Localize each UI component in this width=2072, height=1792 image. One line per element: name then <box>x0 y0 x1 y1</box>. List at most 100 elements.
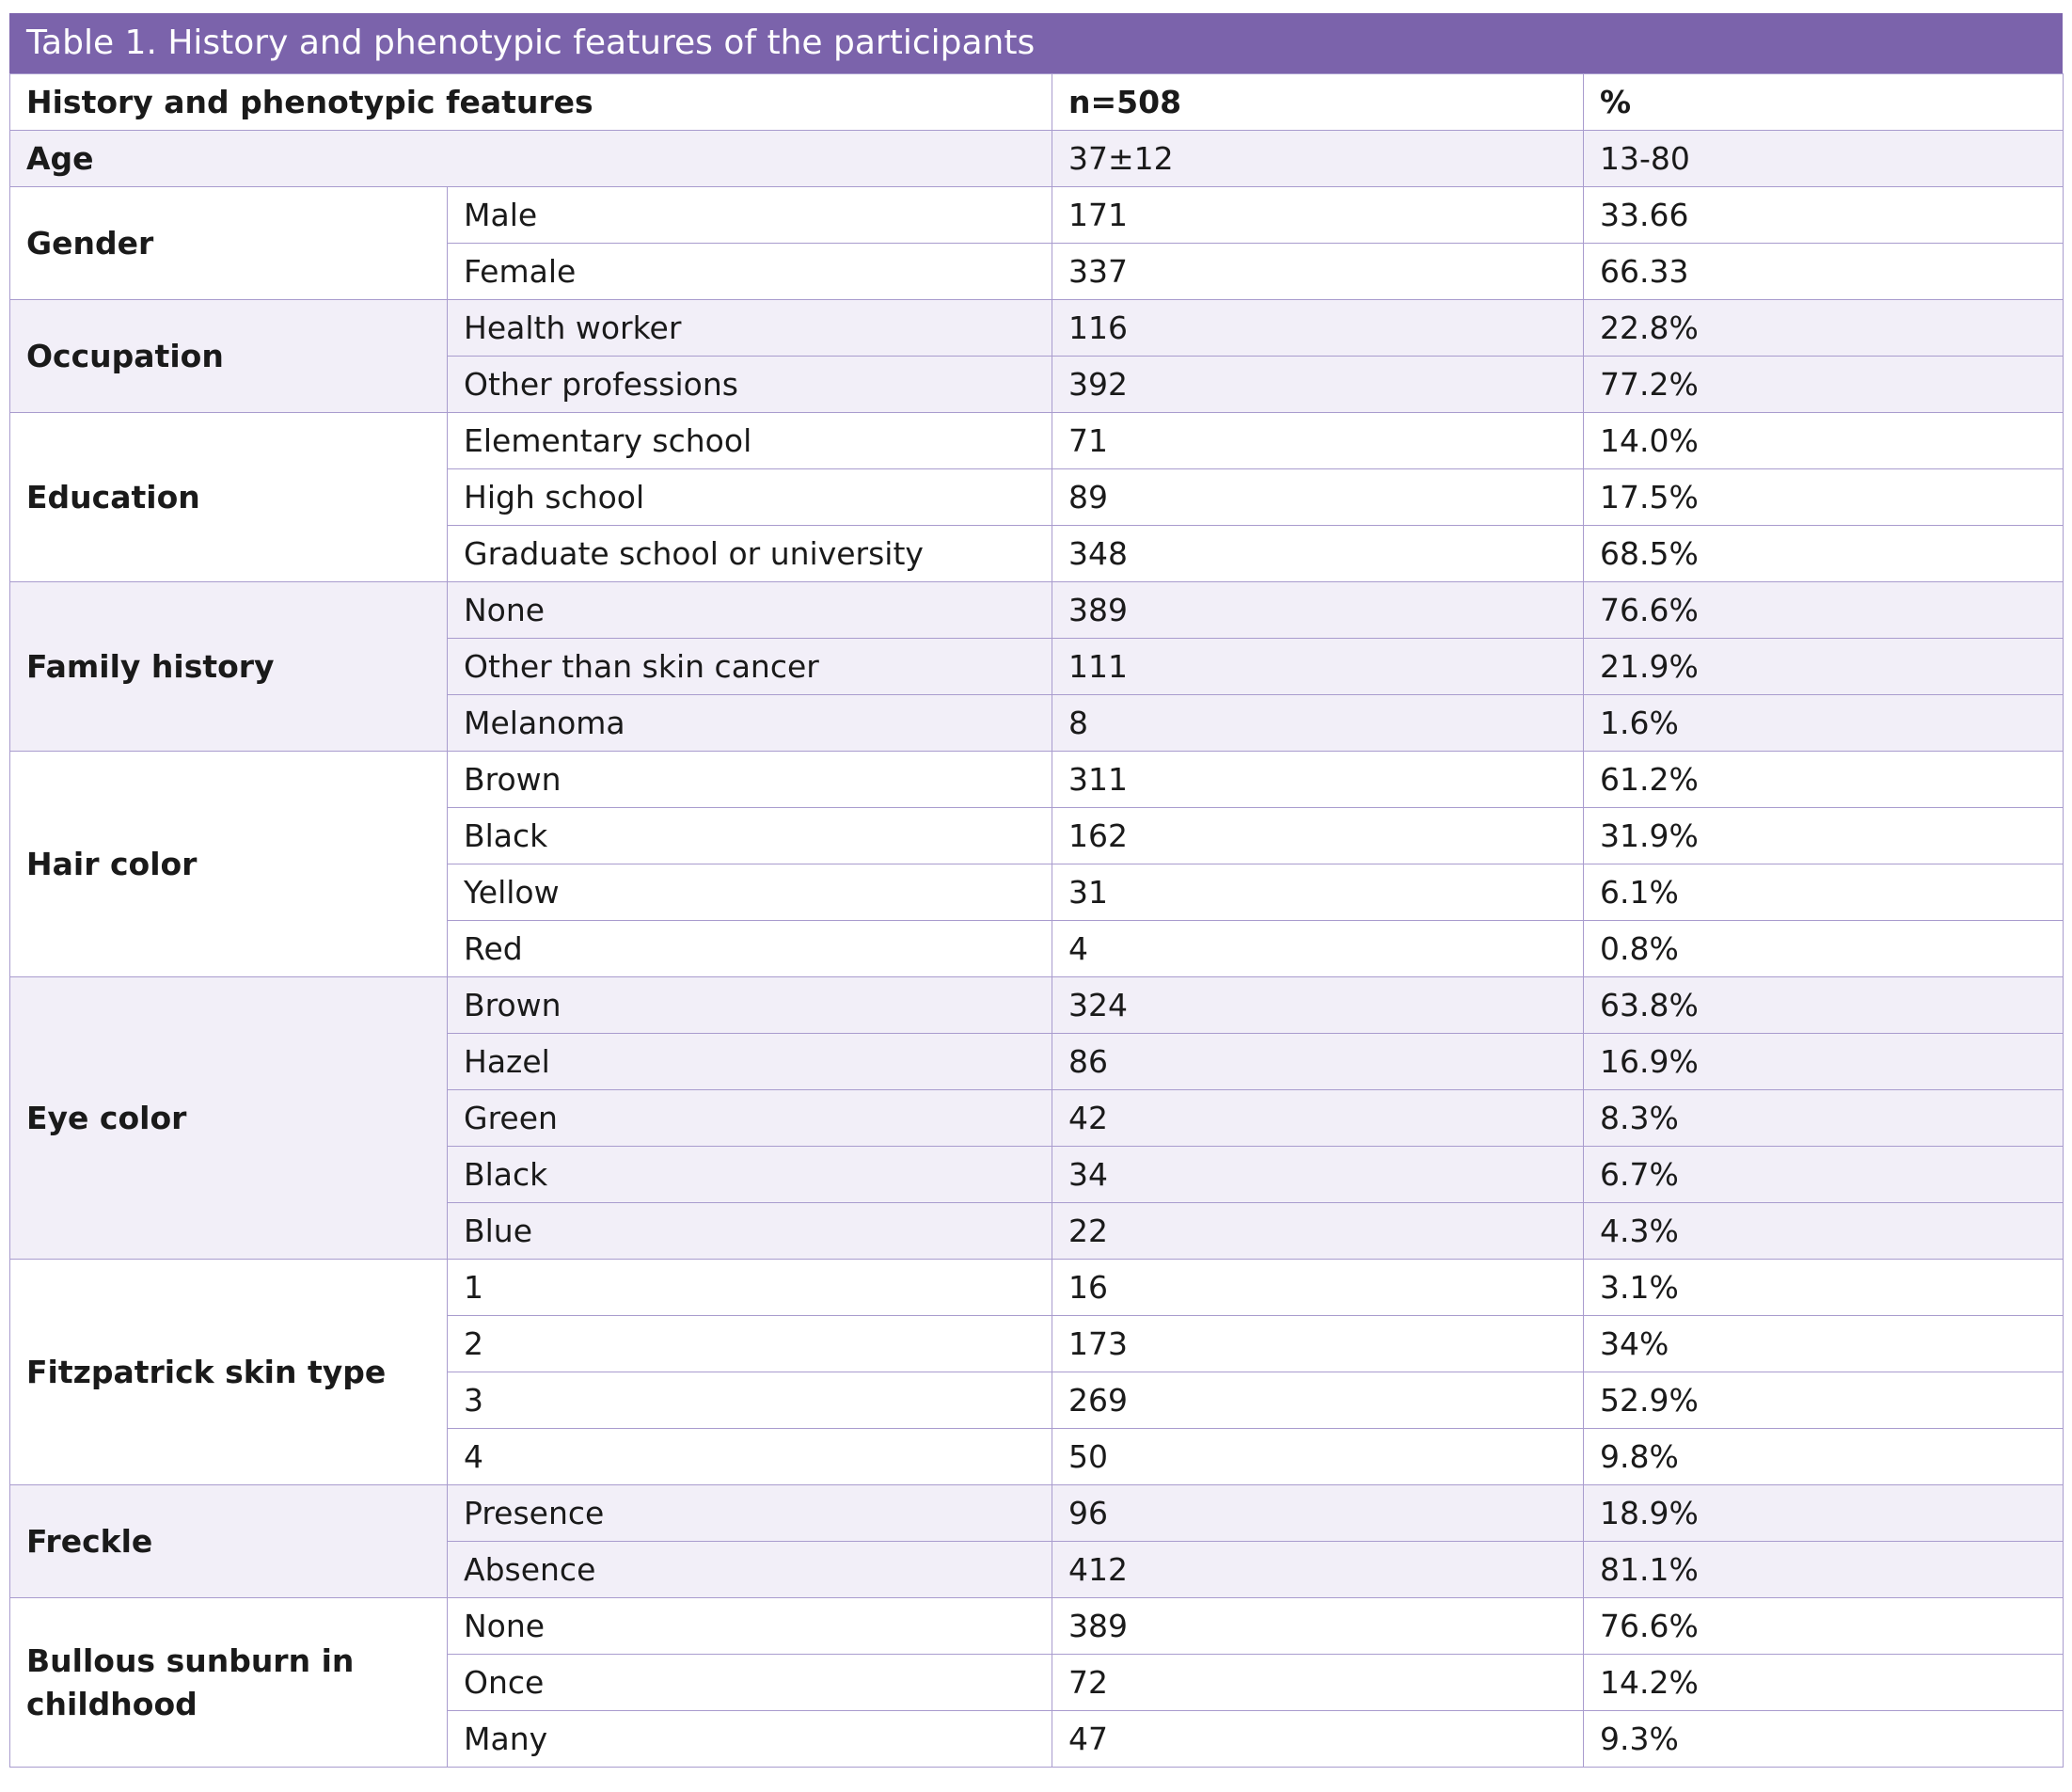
group-label: Family history <box>9 581 448 752</box>
header-n: n=508 <box>1052 73 1585 131</box>
category-cell: 2 <box>446 1315 1053 1372</box>
count-cell: 173 <box>1052 1315 1585 1372</box>
percent-cell: 16.9% <box>1583 1033 2064 1090</box>
percent-cell: 22.8% <box>1583 299 2064 357</box>
category-cell: Presence <box>446 1484 1053 1542</box>
percent-cell: 81.1% <box>1583 1541 2064 1598</box>
table-row: Family history None 389 76.6% <box>9 581 2064 752</box>
count-cell: 324 <box>1052 976 1585 1034</box>
category-cell: Many <box>446 1710 1053 1768</box>
group-label: Gender <box>9 186 448 300</box>
count-cell: 389 <box>1052 581 1585 639</box>
category-cell: High school <box>446 468 1053 526</box>
category-cell: Red <box>446 920 1053 977</box>
count-cell: 337 <box>1052 243 1585 300</box>
table-body: History and phenotypic features n=508 % … <box>8 73 2064 1768</box>
category-cell: Graduate school or university <box>446 525 1053 582</box>
age-percent: 13-80 <box>1583 130 2064 187</box>
category-cell: Other than skin cancer <box>446 638 1053 695</box>
percent-cell: 9.8% <box>1583 1428 2064 1485</box>
percent-cell: 0.8% <box>1583 920 2064 977</box>
count-cell: 31 <box>1052 864 1585 921</box>
header-row: History and phenotypic features n=508 % <box>8 73 2064 131</box>
group-label: Hair color <box>9 751 448 977</box>
count-cell: 50 <box>1052 1428 1585 1485</box>
category-cell: Melanoma <box>446 694 1053 752</box>
table-row: Education Elementary school 71 14.0% <box>9 412 2064 582</box>
age-n: 37±12 <box>1052 130 1585 187</box>
percent-cell: 33.66 <box>1583 186 2064 244</box>
category-cell: None <box>446 1597 1053 1655</box>
count-cell: 4 <box>1052 920 1585 977</box>
count-cell: 47 <box>1052 1710 1585 1768</box>
percent-cell: 63.8% <box>1583 976 2064 1034</box>
percent-cell: 31.9% <box>1583 807 2064 864</box>
count-cell: 392 <box>1052 356 1585 413</box>
percent-cell: 6.1% <box>1583 864 2064 921</box>
percent-cell: 77.2% <box>1583 356 2064 413</box>
percent-cell: 8.3% <box>1583 1089 2064 1147</box>
table-row: Eye color Brown 324 63.8% <box>9 976 2064 1260</box>
header-feature: History and phenotypic features <box>8 73 1053 131</box>
count-cell: 8 <box>1052 694 1585 752</box>
count-cell: 269 <box>1052 1372 1585 1429</box>
header-percent: % <box>1583 73 2064 131</box>
count-cell: 171 <box>1052 186 1585 244</box>
category-cell: 4 <box>446 1428 1053 1485</box>
category-cell: Elementary school <box>446 412 1053 469</box>
percent-cell: 17.5% <box>1583 468 2064 526</box>
percent-cell: 14.0% <box>1583 412 2064 469</box>
percent-cell: 3.1% <box>1583 1259 2064 1316</box>
count-cell: 22 <box>1052 1202 1585 1260</box>
category-cell: Once <box>446 1654 1053 1711</box>
count-cell: 96 <box>1052 1484 1585 1542</box>
category-cell: 3 <box>446 1372 1053 1429</box>
percent-cell: 76.6% <box>1583 1597 2064 1655</box>
category-cell: Yellow <box>446 864 1053 921</box>
count-cell: 34 <box>1052 1146 1585 1203</box>
category-cell: Male <box>446 186 1053 244</box>
count-cell: 16 <box>1052 1259 1585 1316</box>
age-label: Age <box>8 130 1053 187</box>
category-cell: Black <box>446 807 1053 864</box>
table-container: Table 1. History and phenotypic features… <box>8 13 2064 1768</box>
count-cell: 311 <box>1052 751 1585 808</box>
count-cell: 162 <box>1052 807 1585 864</box>
percent-cell: 68.5% <box>1583 525 2064 582</box>
percent-cell: 52.9% <box>1583 1372 2064 1429</box>
category-cell: Female <box>446 243 1053 300</box>
category-cell: Brown <box>446 976 1053 1034</box>
percent-cell: 9.3% <box>1583 1710 2064 1768</box>
percent-cell: 6.7% <box>1583 1146 2064 1203</box>
percent-cell: 61.2% <box>1583 751 2064 808</box>
count-cell: 412 <box>1052 1541 1585 1598</box>
category-cell: Green <box>446 1089 1053 1147</box>
count-cell: 111 <box>1052 638 1585 695</box>
age-row: Age 37±12 13-80 <box>8 130 2064 187</box>
category-cell: 1 <box>446 1259 1053 1316</box>
group-label: Occupation <box>9 299 448 413</box>
count-cell: 42 <box>1052 1089 1585 1147</box>
category-cell: Health worker <box>446 299 1053 357</box>
category-cell: Brown <box>446 751 1053 808</box>
group-label: Eye color <box>9 976 448 1260</box>
category-cell: None <box>446 581 1053 639</box>
category-cell: Hazel <box>446 1033 1053 1090</box>
percent-cell: 66.33 <box>1583 243 2064 300</box>
count-cell: 348 <box>1052 525 1585 582</box>
count-cell: 89 <box>1052 468 1585 526</box>
table-row: Freckle Presence 96 18.9% <box>9 1484 2064 1598</box>
group-label: Freckle <box>9 1484 448 1598</box>
category-cell: Black <box>446 1146 1053 1203</box>
count-cell: 116 <box>1052 299 1585 357</box>
table-title: Table 1. History and phenotypic features… <box>9 13 2063 73</box>
group-label: Education <box>9 412 448 582</box>
count-cell: 71 <box>1052 412 1585 469</box>
percent-cell: 1.6% <box>1583 694 2064 752</box>
count-cell: 72 <box>1052 1654 1585 1711</box>
count-cell: 389 <box>1052 1597 1585 1655</box>
participants-table: History and phenotypic features n=508 % … <box>8 73 2064 1768</box>
percent-cell: 4.3% <box>1583 1202 2064 1260</box>
count-cell: 86 <box>1052 1033 1585 1090</box>
percent-cell: 21.9% <box>1583 638 2064 695</box>
